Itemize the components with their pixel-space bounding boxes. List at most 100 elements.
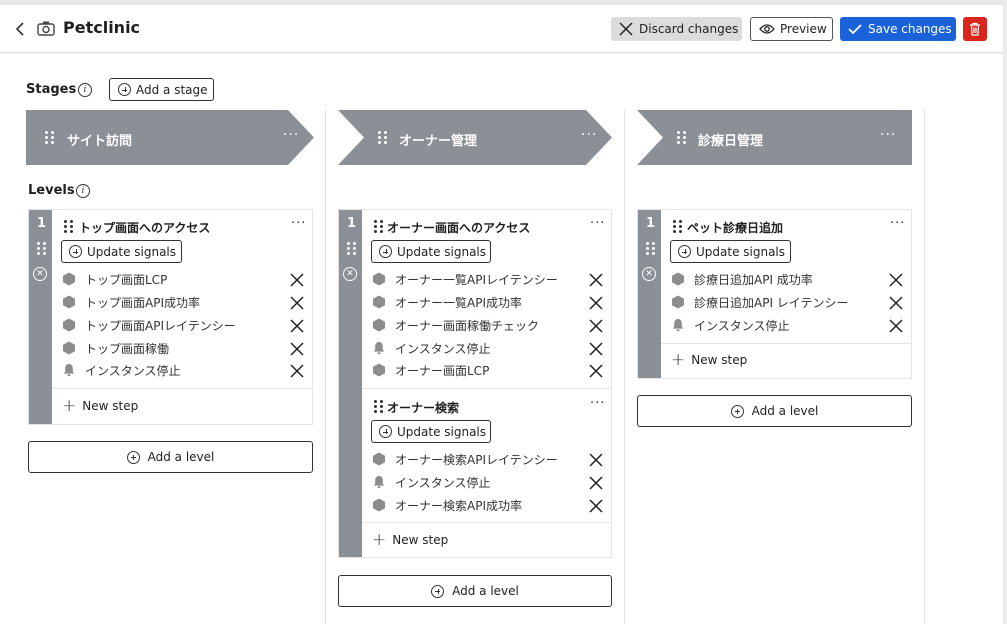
remove-step-icon[interactable] (889, 273, 903, 287)
drag-handle-icon[interactable] (374, 220, 383, 233)
list-item[interactable]: オーナー一覧API成功率 (372, 292, 522, 312)
step-label: インスタンス停止 (395, 475, 491, 490)
discard-label: Discard changes (639, 22, 739, 36)
step-label: オーナー検索APIレイテンシー (395, 452, 558, 467)
drag-handle-icon[interactable] (374, 400, 383, 413)
hexagon-icon (373, 318, 385, 332)
save-changes-button[interactable]: Save changes (840, 17, 956, 41)
update-signals-label: Update signals (397, 424, 487, 439)
vertical-scrollbar[interactable] (1003, 0, 1007, 624)
list-item[interactable]: トップ画面APIレイテンシー (62, 315, 236, 335)
list-item[interactable]: インスタンス停止 (372, 472, 491, 492)
add-level-button[interactable]: Add a level (338, 575, 612, 607)
back-icon[interactable] (14, 19, 30, 39)
remove-step-icon[interactable] (589, 319, 603, 333)
plus-circle-icon (69, 245, 82, 258)
remove-level-icon[interactable]: ✕ (642, 267, 656, 281)
stage-chevron[interactable]: 診療日管理 ··· (637, 110, 912, 165)
add-level-button[interactable]: Add a level (637, 395, 912, 427)
section-title: オーナー画面へのアクセス (387, 221, 531, 235)
update-signals-button[interactable]: Update signals (670, 240, 791, 263)
remove-step-icon[interactable] (889, 319, 903, 333)
plus-circle-icon (379, 425, 392, 438)
stage-chevron[interactable]: オーナー管理 ··· (338, 110, 612, 165)
drag-handle-icon[interactable] (378, 131, 387, 144)
drag-handle-icon[interactable] (677, 131, 686, 144)
list-item[interactable]: オーナー画面LCP (372, 360, 489, 380)
update-signals-button[interactable]: Update signals (371, 240, 491, 263)
remove-step-icon[interactable] (589, 364, 603, 378)
update-signals-label: Update signals (87, 244, 177, 259)
list-item[interactable]: トップ画面稼働 (62, 338, 169, 358)
add-stage-button[interactable]: Add a stage (109, 78, 214, 101)
remove-step-icon[interactable] (589, 476, 603, 490)
list-item[interactable]: 診療日追加API 成功率 (671, 269, 813, 289)
level-number: 1 (646, 216, 656, 231)
remove-step-icon[interactable] (589, 453, 603, 467)
new-step-button[interactable]: + New step (62, 398, 138, 415)
plus-icon: + (372, 530, 387, 550)
new-step-button[interactable]: + New step (671, 352, 747, 369)
drag-handle-icon[interactable] (673, 220, 682, 233)
more-options-icon[interactable]: ··· (890, 216, 905, 231)
step-label: オーナー画面稼働チェック (395, 318, 540, 333)
list-item[interactable]: インスタンス停止 (671, 315, 790, 335)
remove-step-icon[interactable] (589, 342, 603, 356)
update-signals-button[interactable]: Update signals (371, 420, 491, 443)
remove-step-icon[interactable] (290, 319, 304, 333)
remove-level-icon[interactable]: ✕ (33, 267, 47, 281)
add-level-button[interactable]: Add a level (28, 441, 313, 473)
more-options-icon[interactable]: ··· (581, 127, 597, 143)
list-item[interactable]: インスタンス停止 (62, 360, 181, 380)
list-item[interactable]: トップ画面API成功率 (62, 292, 200, 312)
stage-chevron[interactable]: サイト訪問 ··· (26, 110, 314, 165)
more-options-icon[interactable]: ··· (590, 216, 605, 231)
drag-handle-icon[interactable] (64, 220, 73, 233)
drag-handle-icon[interactable] (37, 242, 46, 255)
close-icon (619, 22, 633, 36)
drag-handle-icon[interactable] (646, 242, 655, 255)
list-item[interactable]: オーナー検索APIレイテンシー (372, 449, 558, 469)
remove-step-icon[interactable] (290, 296, 304, 310)
remove-step-icon[interactable] (290, 273, 304, 287)
hexagon-icon (63, 295, 75, 309)
remove-level-icon[interactable]: ✕ (343, 267, 357, 281)
remove-step-icon[interactable] (589, 499, 603, 513)
list-item[interactable]: オーナー一覧APIレイテンシー (372, 269, 558, 289)
more-options-icon[interactable]: ··· (880, 127, 896, 143)
list-item[interactable]: オーナー画面稼働チェック (372, 315, 539, 335)
level-card: 1 ✕ トップ画面へのアクセス ··· Update signals トップ画面… (28, 209, 313, 425)
info-icon[interactable]: i (78, 83, 92, 97)
more-options-icon[interactable]: ··· (283, 127, 299, 143)
list-item[interactable]: インスタンス停止 (372, 338, 491, 358)
info-icon[interactable]: i (76, 184, 90, 198)
list-item[interactable]: 診療日追加API レイテンシー (671, 292, 849, 312)
new-step-button[interactable]: + New step (372, 530, 448, 550)
plus-circle-icon (678, 245, 691, 258)
remove-step-icon[interactable] (889, 296, 903, 310)
check-icon (848, 24, 862, 35)
delete-button[interactable] (963, 17, 987, 41)
level-card: 1 ✕ ペット診療日追加 ··· Update signals 診療日追加API… (637, 209, 912, 379)
level-number: 1 (37, 216, 47, 231)
remove-step-icon[interactable] (290, 342, 304, 356)
preview-button[interactable]: Preview (750, 17, 833, 41)
stage-name: オーナー管理 (399, 134, 478, 149)
step-label: オーナー画面LCP (395, 363, 490, 378)
more-options-icon[interactable]: ··· (291, 216, 306, 231)
column-divider (325, 110, 326, 624)
hexagon-icon (373, 272, 385, 286)
discard-changes-button[interactable]: Discard changes (611, 17, 742, 41)
update-signals-button[interactable]: Update signals (61, 240, 182, 263)
step-label: オーナー一覧APIレイテンシー (395, 272, 558, 287)
drag-handle-icon[interactable] (347, 242, 356, 255)
list-item[interactable]: オーナー検索API成功率 (372, 495, 522, 515)
hexagon-icon (373, 498, 385, 512)
hexagon-icon (672, 272, 684, 286)
drag-handle-icon[interactable] (45, 131, 54, 144)
more-options-icon[interactable]: ··· (590, 396, 605, 411)
remove-step-icon[interactable] (589, 273, 603, 287)
remove-step-icon[interactable] (290, 364, 304, 378)
list-item[interactable]: トップ画面LCP (62, 269, 167, 289)
remove-step-icon[interactable] (589, 296, 603, 310)
